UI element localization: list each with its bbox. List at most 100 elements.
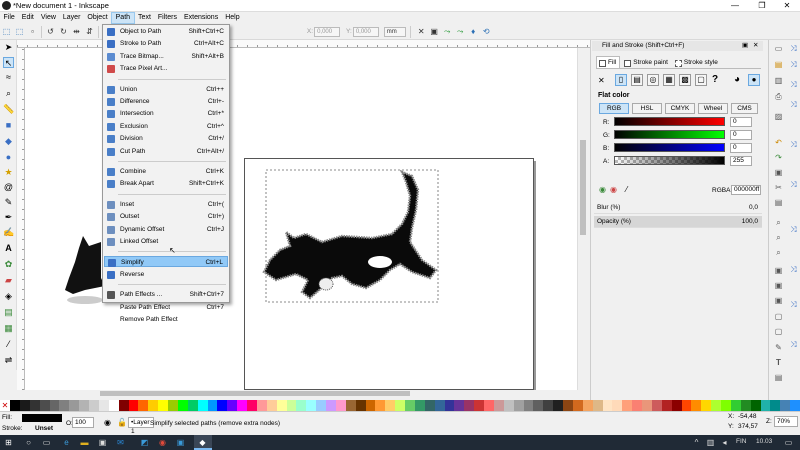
save-icon[interactable]: ▥ bbox=[773, 76, 784, 86]
menu-extensions[interactable]: Extensions bbox=[180, 12, 221, 24]
palette-swatch[interactable] bbox=[385, 400, 396, 411]
copy-icon[interactable]: ▣ bbox=[773, 168, 784, 178]
snap-grid-icon[interactable]: ⤨ bbox=[788, 340, 799, 350]
rgba-input[interactable]: 000000ff bbox=[731, 185, 761, 195]
palette-swatch[interactable] bbox=[424, 400, 435, 411]
palette-swatch[interactable] bbox=[513, 400, 524, 411]
palette-swatch[interactable] bbox=[49, 400, 60, 411]
palette-swatch[interactable] bbox=[138, 400, 149, 411]
undo-icon[interactable]: ↶ bbox=[773, 138, 784, 148]
palette-swatch[interactable] bbox=[39, 400, 50, 411]
palette-swatch[interactable] bbox=[790, 400, 800, 411]
menu-item-union[interactable]: Union Ctrl++ bbox=[104, 84, 228, 95]
menu-text[interactable]: Text bbox=[135, 12, 155, 24]
menu-layer[interactable]: Layer bbox=[59, 12, 84, 24]
palette-swatch[interactable] bbox=[523, 400, 534, 411]
radial-gradient-button[interactable]: ◎ bbox=[647, 74, 659, 86]
palette-swatch[interactable] bbox=[108, 400, 119, 411]
palette-swatch[interactable] bbox=[326, 400, 336, 411]
dropper-tool-icon[interactable]: ⁄ bbox=[3, 339, 14, 350]
palette-swatch[interactable] bbox=[158, 400, 168, 411]
menu-edit[interactable]: Edit bbox=[18, 12, 37, 24]
palette-swatch[interactable] bbox=[760, 400, 771, 411]
palette-swatch[interactable] bbox=[79, 400, 89, 411]
menu-view[interactable]: View bbox=[37, 12, 59, 24]
palette-swatch[interactable] bbox=[622, 400, 633, 411]
paste-icon[interactable]: ▤ bbox=[773, 198, 784, 208]
palette-swatch[interactable] bbox=[10, 400, 20, 411]
palette-swatch[interactable] bbox=[721, 400, 731, 411]
fill-swatch[interactable] bbox=[22, 414, 62, 422]
text-tool-icon[interactable]: A bbox=[3, 243, 14, 254]
zoom-input[interactable]: 70% bbox=[774, 416, 798, 427]
palette-swatch[interactable] bbox=[375, 400, 386, 411]
flip-h-icon[interactable]: ⇹ bbox=[71, 26, 82, 37]
palette-swatch[interactable] bbox=[335, 400, 346, 411]
palette-swatch[interactable] bbox=[681, 400, 692, 411]
new-document-icon[interactable]: ▭ bbox=[773, 44, 784, 54]
rotate-ccw-icon[interactable]: ↺ bbox=[45, 26, 56, 37]
clock[interactable]: 10.03 bbox=[756, 438, 772, 445]
palette-swatch[interactable] bbox=[118, 400, 129, 411]
menu-item-trace-pixel-art[interactable]: Trace Pixel Art... bbox=[104, 63, 228, 74]
color-mode-cmyk[interactable]: CMYK bbox=[665, 103, 695, 114]
palette-swatch[interactable] bbox=[582, 400, 593, 411]
group-icon[interactable]: ▢ bbox=[773, 312, 784, 322]
menu-item-combine[interactable]: Combine Ctrl+K bbox=[104, 166, 228, 177]
palette-swatch[interactable] bbox=[434, 400, 445, 411]
palette-swatch[interactable] bbox=[296, 400, 307, 411]
palette-swatch[interactable] bbox=[256, 400, 267, 411]
menu-item-intersection[interactable]: Intersection Ctrl+* bbox=[104, 108, 228, 119]
palette-swatch[interactable] bbox=[602, 400, 613, 411]
transform-lock-icon[interactable]: ♦ bbox=[468, 26, 479, 37]
palette-swatch[interactable] bbox=[414, 400, 425, 411]
palette-swatch[interactable] bbox=[651, 400, 662, 411]
deselect-icon[interactable]: ▫ bbox=[27, 26, 38, 37]
connector-tool-icon[interactable]: ⇌ bbox=[3, 355, 14, 366]
fill-stroke-icon[interactable]: ✎ bbox=[773, 343, 784, 353]
palette-swatch[interactable] bbox=[177, 400, 188, 411]
node-tool-icon[interactable]: ↖ bbox=[3, 57, 14, 68]
palette-swatch[interactable] bbox=[661, 400, 672, 411]
palette-swatch[interactable] bbox=[454, 400, 465, 411]
mesh-tool-icon[interactable]: ▦ bbox=[3, 323, 14, 334]
palette-swatch[interactable] bbox=[247, 400, 257, 411]
color-mode-hsl[interactable]: HSL bbox=[632, 103, 662, 114]
unit-select[interactable]: mm bbox=[383, 27, 406, 37]
select-all-layers-icon[interactable]: ⬚ bbox=[14, 26, 25, 37]
ungroup-icon[interactable]: ▢ bbox=[773, 327, 784, 337]
color-picker-icon[interactable]: ⁄ bbox=[626, 185, 627, 194]
menu-item-linked-offset[interactable]: Linked Offset bbox=[104, 236, 228, 247]
palette-swatch[interactable] bbox=[89, 400, 99, 411]
snap-bbox-icon[interactable]: ⤨ bbox=[788, 60, 799, 70]
language-indicator[interactable]: FIN bbox=[736, 438, 746, 445]
tray-chevron-icon[interactable]: ^ bbox=[692, 438, 701, 447]
minimize-button[interactable]: — bbox=[722, 0, 748, 12]
close-button[interactable]: ✕ bbox=[774, 0, 800, 12]
app-icon[interactable]: ◩ bbox=[140, 438, 149, 447]
transform-icon[interactable]: ⟲ bbox=[481, 26, 492, 37]
menu-item-division[interactable]: Division Ctrl+/ bbox=[104, 133, 228, 144]
a-value[interactable]: 255 bbox=[730, 156, 752, 166]
palette-swatch[interactable] bbox=[29, 400, 40, 411]
measure-tool-icon[interactable]: 📏 bbox=[3, 104, 14, 115]
palette-swatch[interactable] bbox=[740, 400, 751, 411]
flat-color-button[interactable]: ▯ bbox=[615, 74, 627, 86]
network-icon[interactable]: ▥ bbox=[706, 438, 715, 447]
palette-swatch[interactable] bbox=[128, 400, 139, 411]
horizontal-scrollbar-thumb[interactable] bbox=[100, 391, 410, 396]
hide-layer-icon[interactable]: ◉ bbox=[104, 418, 111, 427]
volume-icon[interactable]: ◂ bbox=[720, 438, 729, 447]
opacity-value[interactable]: 100,0 bbox=[742, 216, 758, 228]
ellipse-tool-icon[interactable]: ● bbox=[3, 152, 14, 163]
color-mode-rgb[interactable]: RGB bbox=[599, 103, 629, 114]
palette-swatch[interactable] bbox=[266, 400, 277, 411]
menu-item-outset[interactable]: Outset Ctrl+) bbox=[104, 211, 228, 222]
menu-path[interactable]: Path bbox=[111, 12, 135, 24]
zoom-tool-icon[interactable]: ⌕ bbox=[3, 88, 14, 99]
menu-item-path-effects[interactable]: Path Effects ... Shift+Ctrl+7 bbox=[104, 289, 228, 300]
palette-swatch[interactable] bbox=[691, 400, 702, 411]
tweak-tool-icon[interactable]: ≈ bbox=[3, 72, 14, 83]
unset-paint-icon[interactable]: ? bbox=[712, 74, 718, 85]
snap-nodes-icon[interactable]: ⤨ bbox=[788, 100, 799, 110]
